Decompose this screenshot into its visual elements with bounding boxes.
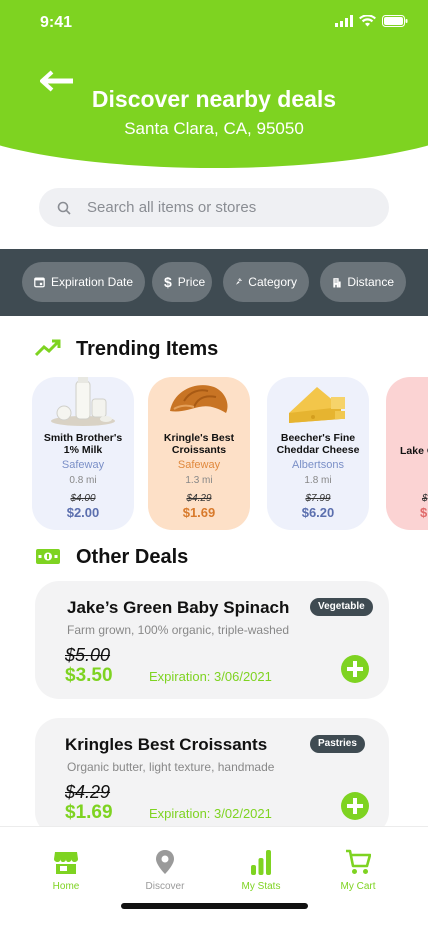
croissant-image [170, 385, 228, 413]
filter-label: Expiration Date [50, 275, 133, 289]
status-bar: 9:41 [0, 0, 428, 46]
item-name: Beecher's Fine Cheddar Cheese [276, 432, 360, 456]
tab-my-stats[interactable]: My Stats [216, 849, 306, 892]
item-distance: 1.8 mi [304, 475, 332, 486]
item-new-price: $ [420, 505, 428, 520]
item-old-price: $4.29 [186, 493, 212, 504]
item-store: Safeway [61, 459, 105, 471]
cash-icon [36, 549, 60, 564]
search-icon [57, 201, 71, 215]
deal-old-price: $5.00 [65, 645, 111, 665]
store-icon [54, 852, 78, 874]
calendar-icon [34, 277, 45, 288]
tab-label: My Cart [340, 881, 376, 892]
filter-expiration-date[interactable]: Expiration Date [22, 262, 145, 302]
trending-card[interactable]: Smith Brother's 1% Milk Safeway 0.8 mi $… [32, 377, 134, 530]
trending-card[interactable]: Lake Organ $ $ [386, 377, 428, 530]
trending-title: Trending Items [76, 338, 219, 360]
page-title: Discover nearby deals [91, 86, 337, 112]
item-new-price: $2.00 [66, 505, 100, 520]
battery-icon [382, 15, 408, 27]
filter-bar: Expiration Date $ Price Category Distanc… [0, 249, 428, 316]
item-name: Kringle's Best Croissants [163, 432, 235, 456]
search-bar[interactable] [39, 188, 389, 227]
carrot-icon [235, 278, 242, 285]
item-old-price: $4.00 [70, 493, 96, 504]
item-distance: 0.8 mi [69, 475, 97, 486]
building-icon [333, 277, 341, 287]
filter-distance[interactable]: Distance [320, 262, 406, 302]
trending-card[interactable]: Beecher's Fine Cheddar Cheese Albertsons… [267, 377, 369, 530]
item-old-price: $7.99 [305, 493, 331, 504]
tab-bar: Home Discover My Stats My Cart [0, 826, 428, 926]
trending-card[interactable]: Kringle's Best Croissants Safeway 1.3 mi… [148, 377, 250, 530]
deal-name: Jake’s Green Baby Spinach [67, 598, 290, 617]
item-new-price: $6.20 [301, 505, 335, 520]
deal-name: Kringles Best Croissants [65, 735, 268, 754]
home-indicator [121, 903, 308, 909]
bar-chart-icon [251, 850, 271, 875]
item-new-price: $1.69 [182, 505, 216, 520]
category-badge: Pastries [310, 735, 365, 753]
tab-label: Discover [145, 881, 185, 892]
item-store: Albertsons [292, 459, 344, 471]
deal-new-price: $1.69 [65, 802, 113, 823]
status-time: 9:41 [40, 14, 73, 31]
add-to-cart-icon[interactable] [341, 792, 369, 820]
item-store: Safeway [177, 459, 221, 471]
search-input[interactable] [87, 199, 367, 216]
filter-category[interactable]: Category [223, 262, 309, 302]
location-label[interactable]: Santa Clara, CA, 95050 [0, 119, 428, 139]
wifi-icon [359, 15, 376, 27]
filter-label: Price [177, 275, 206, 289]
category-badge: Vegetable [310, 598, 373, 616]
filter-label: Category [248, 275, 297, 289]
map-pin-icon [156, 850, 174, 874]
deal-expiration: Expiration: 3/06/2021 [149, 669, 272, 684]
cart-icon [346, 849, 371, 874]
tab-discover[interactable]: Discover [120, 849, 210, 892]
filter-price[interactable]: $ Price [152, 262, 212, 302]
tab-my-cart[interactable]: My Cart [313, 849, 403, 892]
item-name: Smith Brother's 1% Milk [43, 432, 123, 456]
deal-old-price: $4.29 [65, 782, 111, 802]
add-to-cart-icon[interactable] [341, 655, 369, 683]
filter-label: Distance [347, 275, 394, 289]
cheese-image [289, 387, 345, 423]
other-deals-title: Other Deals [76, 546, 189, 568]
deal-description: Farm grown, 100% organic, triple-washed [67, 623, 290, 637]
deal-card[interactable]: Kringles Best Croissants Pastries Organi… [35, 718, 389, 836]
item-name: Lake Organ [400, 445, 428, 457]
item-distance: 1.3 mi [185, 475, 213, 486]
tab-label: My Stats [241, 881, 281, 892]
deal-expiration: Expiration: 3/02/2021 [149, 806, 272, 821]
deal-card[interactable]: Jake’s Green Baby Spinach Vegetable Farm… [35, 581, 389, 699]
tab-home[interactable]: Home [21, 849, 111, 892]
deal-new-price: $3.50 [65, 665, 113, 686]
dollar-icon: $ [164, 274, 172, 290]
tab-label: Home [52, 881, 80, 892]
trending-up-icon [35, 339, 61, 357]
signal-icon [335, 15, 353, 27]
item-old-price: $ [422, 493, 428, 504]
deal-description: Organic butter, light texture, handmade [67, 760, 275, 774]
milk-image [51, 377, 115, 426]
